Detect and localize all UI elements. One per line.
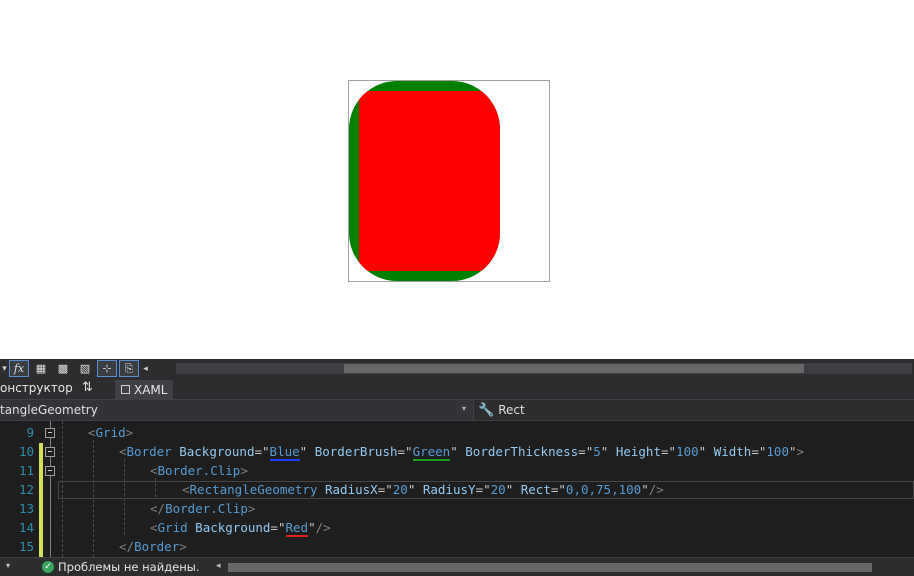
property-selector-value: Rect [498,403,525,417]
designer-toolbar: ▾ fx ▦ ▩ ▧ ⊹ ⎘ ◂ [0,359,914,378]
navigation-bar: tangleGeometry ▾ 🔧 Rect [0,399,914,421]
tab-xaml-label: XAML [134,382,168,397]
property-selector-dropdown[interactable]: 🔧 Rect [478,400,525,420]
code-line[interactable]: 11 <Border.Clip> [0,462,914,481]
code-text: <RectangleGeometry RadiusX="20" RadiusY=… [182,482,664,497]
line-number: 13 [18,501,34,516]
line-number: 9 [26,425,34,440]
line-number: 14 [18,520,34,535]
element-selector-dropdown[interactable]: tangleGeometry ▾ [0,400,474,420]
line-number: 15 [18,539,34,554]
code-line[interactable]: 12 <RectangleGeometry RadiusX="20" Radiu… [0,481,914,500]
view-tabs: онструктор ⇅ XAML [0,378,914,399]
formula-icon[interactable]: fx [9,360,29,377]
scrollbar-thumb[interactable] [344,364,804,373]
check-circle-icon: ✓ [42,561,54,573]
code-text: <Grid Background="Red"/> [150,520,331,537]
code-line[interactable]: 9 <Grid> [0,424,914,443]
change-marker [39,538,43,557]
fold-toggle-icon[interactable] [45,447,55,457]
checkerboard-icon[interactable]: ▧ [75,360,95,377]
issues-status-text[interactable]: Проблемы не найдены. [58,560,199,574]
code-text: </Border> [119,539,187,554]
code-text: <Border Background="Blue" BorderBrush="G… [119,444,805,461]
scroll-left-icon[interactable]: ◂ [141,360,150,377]
code-line[interactable]: 13 </Border.Clip> [0,500,914,519]
code-line[interactable]: 14 <Grid Background="Red"/> [0,519,914,538]
fold-toggle-icon[interactable] [45,428,55,438]
editor-horizontal-scrollbar[interactable] [228,563,872,572]
chevron-down-icon[interactable]: ▾ [6,561,10,570]
scroll-left-icon[interactable]: ◂ [216,561,221,571]
snap-grid-icon[interactable]: ▩ [53,360,73,377]
line-number: 12 [18,482,34,497]
change-marker [39,481,43,500]
element-selector-value: tangleGeometry [0,403,98,417]
tab-designer[interactable]: онструктор [0,381,73,395]
chevron-down-icon[interactable]: ▾ [462,404,466,413]
designer-canvas[interactable] [0,0,914,359]
status-bar: ▾ ✓ Проблемы не найдены. ◂ [0,557,914,576]
code-text: </Border.Clip> [150,501,256,516]
toolbar-dropdown-arrow[interactable]: ▾ [0,360,9,377]
project-code-icon[interactable]: ⎘ [119,360,139,377]
change-marker [39,500,43,519]
fold-toggle-icon[interactable] [45,466,55,476]
line-number: 10 [18,444,34,459]
code-text: <Border.Clip> [150,463,248,478]
xaml-code-editor[interactable]: 9 <Grid> 10 <Border Background="Blue" Bo… [0,421,914,557]
change-marker [39,462,43,481]
line-number: 11 [18,463,34,478]
swap-panes-icon[interactable]: ⇅ [82,380,93,395]
xaml-file-icon [121,385,130,394]
code-line[interactable]: 10 <Border Background="Blue" BorderBrush… [0,443,914,462]
designer-horizontal-scrollbar[interactable] [176,363,912,374]
border-element-green[interactable] [349,81,500,281]
snap-lines-icon[interactable]: ⊹ [97,360,117,377]
code-text: <Grid> [88,425,134,440]
grid-icon[interactable]: ▦ [31,360,51,377]
change-marker [39,519,43,538]
tab-xaml[interactable]: XAML [115,380,174,399]
change-marker [39,443,43,462]
grid-element-red[interactable] [359,91,500,271]
code-line[interactable]: 15 </Border> [0,538,914,557]
design-artboard[interactable] [348,80,550,282]
wrench-icon: 🔧 [478,402,495,418]
